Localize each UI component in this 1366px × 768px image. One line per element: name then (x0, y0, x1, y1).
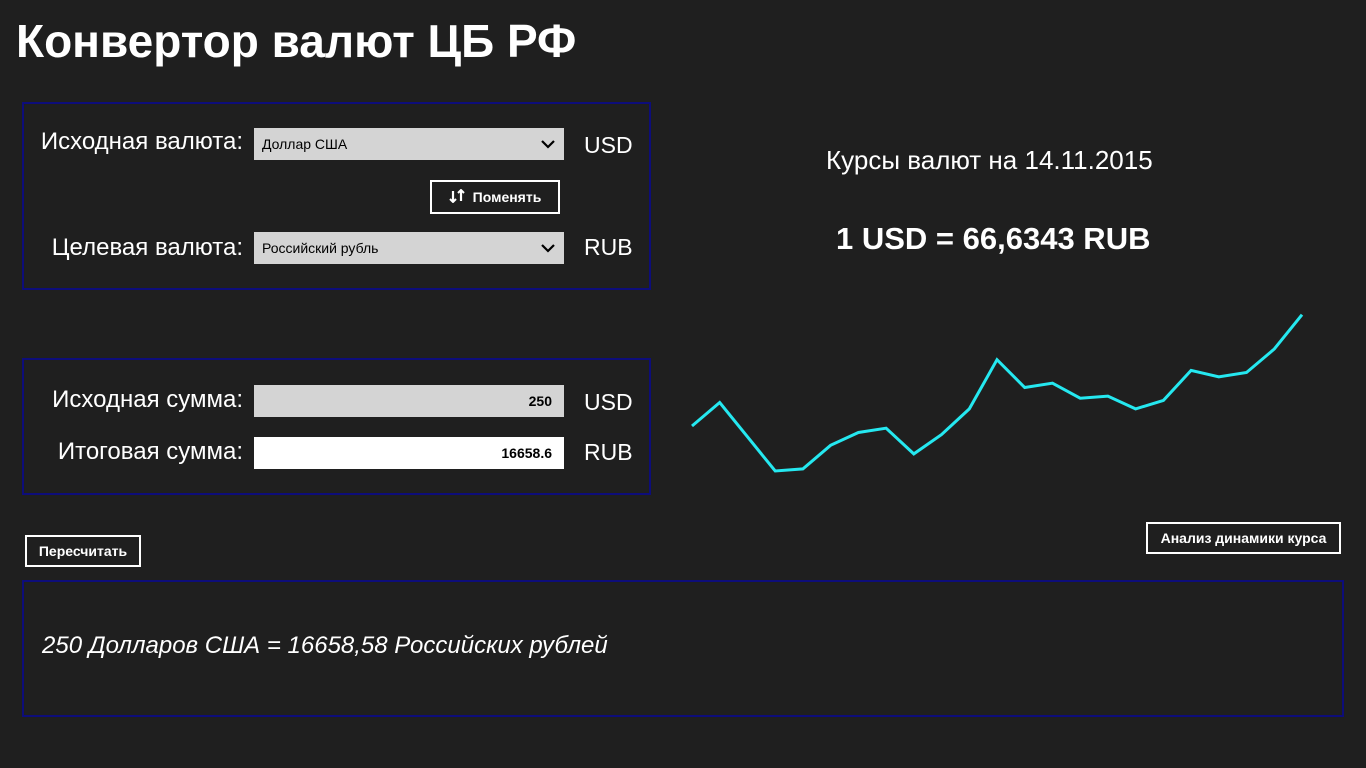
conversion-result-text: 250 Долларов США = 16658,58 Российских р… (42, 632, 608, 659)
swap-arrows-icon (448, 188, 465, 206)
app-title: Конвертор валют ЦБ РФ (16, 15, 577, 67)
amount-panel: Исходная сумма: 250 USD Итоговая сумма: … (22, 358, 651, 495)
result-amount-code: RUB (584, 439, 633, 465)
source-amount-input[interactable]: 250 (254, 385, 564, 417)
result-panel: 250 Долларов США = 16658,58 Российских р… (22, 580, 1344, 717)
target-currency-label: Целевая валюта: (51, 234, 243, 261)
source-currency-label: Исходная валюта: (40, 128, 243, 155)
source-amount-code: USD (584, 389, 633, 415)
rate-history-chart (691, 313, 1304, 473)
source-currency-select[interactable]: Доллар США (254, 128, 564, 160)
target-currency-code: RUB (584, 234, 633, 260)
result-amount-field[interactable]: 16658.6 (254, 437, 564, 469)
rate-value-text: 1 USD = 66,6343 RUB (836, 221, 1151, 256)
rate-analysis-button[interactable]: Анализ динамики курса (1146, 522, 1341, 554)
source-currency-value: Доллар США (262, 136, 348, 152)
source-currency-code: USD (584, 132, 633, 158)
rate-series-line (691, 313, 1304, 473)
target-currency-value: Российский рубль (262, 240, 379, 256)
rate-date-text: Курсы валют на 14.11.2015 (826, 145, 1153, 175)
result-amount-label: Итоговая сумма: (57, 438, 243, 465)
swap-button[interactable]: Поменять (430, 180, 560, 214)
chevron-down-icon (540, 136, 556, 152)
chevron-down-icon (540, 240, 556, 256)
swap-button-label: Поменять (472, 189, 542, 205)
app-window: Конвертор валют ЦБ РФ Исходная валюта: Д… (0, 0, 1366, 768)
recalculate-button[interactable]: Пересчитать (25, 535, 141, 567)
currency-panel: Исходная валюта: Доллар США USD Поменять… (22, 102, 651, 290)
chart-layer (691, 313, 1304, 473)
source-amount-label: Исходная сумма: (52, 386, 243, 413)
target-currency-select[interactable]: Российский рубль (254, 232, 564, 264)
